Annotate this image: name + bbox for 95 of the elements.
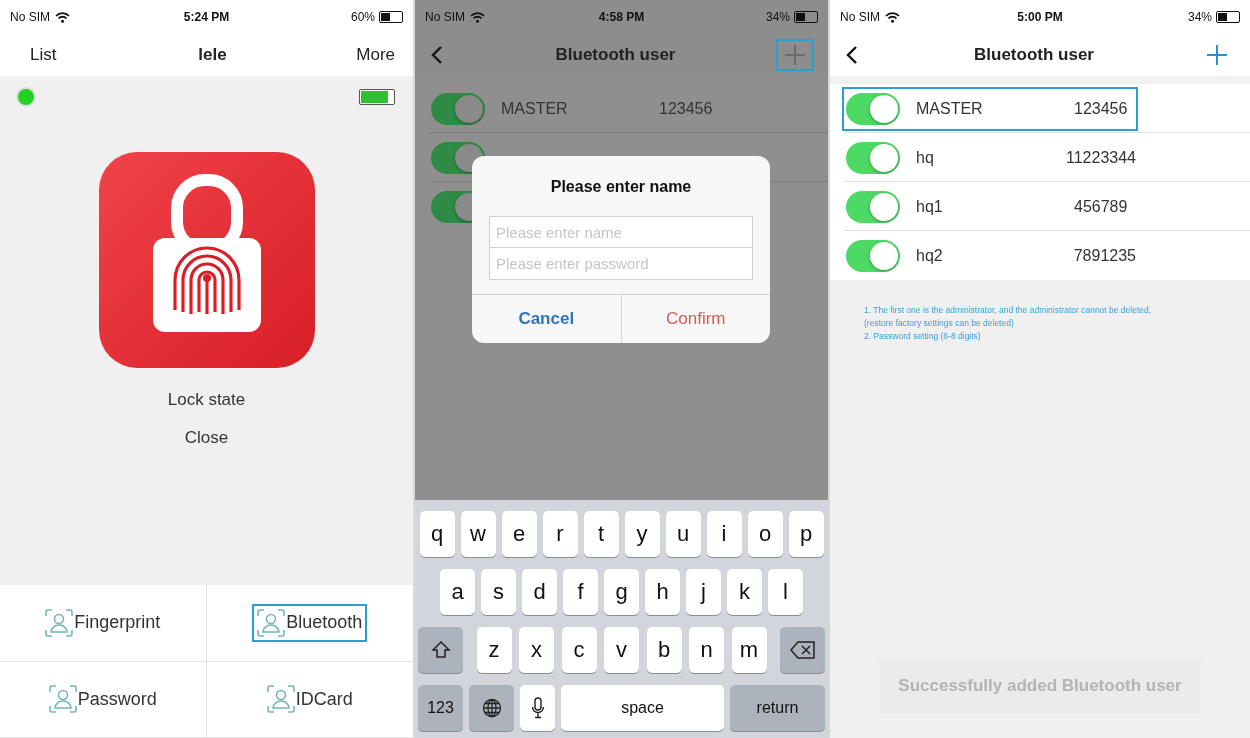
space-key[interactable]: space — [561, 685, 724, 731]
carrier-label: No SIM — [425, 10, 465, 24]
letter-key[interactable]: u — [665, 511, 701, 557]
letter-key[interactable]: i — [706, 511, 742, 557]
letter-key[interactable]: a — [440, 569, 475, 615]
user-name: hq2 — [916, 246, 944, 265]
user-password: 7891235 — [1073, 246, 1136, 265]
dialog-title: Please enter name — [550, 178, 692, 196]
battery-icon — [379, 11, 403, 23]
carrier-label: No SIM — [840, 10, 880, 24]
letter-key[interactable]: k — [727, 569, 762, 615]
toggle-switch[interactable] — [846, 190, 900, 223]
user-password: 123456 — [1074, 99, 1128, 118]
confirm-button[interactable]: Confirm — [620, 295, 770, 343]
user-name: MASTER — [501, 99, 569, 118]
input-field[interactable]: Please enter name — [489, 216, 753, 248]
letter-key[interactable]: x — [519, 627, 554, 673]
wifi-icon — [470, 11, 485, 23]
more-link[interactable]: More — [356, 45, 395, 65]
screen-title: Bluetooth user — [973, 45, 1095, 65]
battery-percent: 34% — [765, 10, 790, 24]
menu-button[interactable]: IDCard — [261, 680, 358, 719]
globe-icon — [481, 698, 502, 718]
lock-state-value: Close — [184, 428, 229, 448]
input-field[interactable]: Please enter password — [489, 248, 753, 280]
shift-icon — [430, 640, 451, 660]
letter-key[interactable]: g — [604, 569, 639, 615]
battery-icon — [794, 11, 818, 23]
letter-key[interactable]: w — [460, 511, 496, 557]
menu-button[interactable]: Fingerprint — [40, 603, 166, 642]
status-time: 4:58 PM — [598, 10, 645, 24]
letter-key[interactable]: r — [542, 511, 578, 557]
status-time: 5:00 PM — [1017, 10, 1063, 24]
menu-button[interactable]: Bluetooth — [252, 603, 368, 642]
status-time: 5:24 PM — [183, 10, 230, 24]
carrier-label: No SIM — [10, 10, 50, 24]
plus-icon — [1206, 44, 1228, 66]
letter-key[interactable]: p — [788, 511, 824, 557]
letter-key[interactable]: c — [561, 627, 597, 673]
microphone-key[interactable] — [520, 685, 555, 731]
user-password: 123456 — [659, 99, 713, 118]
back-icon — [431, 45, 443, 65]
shift-key[interactable] — [418, 627, 463, 673]
user-password: 456789 — [1074, 197, 1128, 216]
letter-key[interactable]: l — [768, 569, 803, 615]
list-link[interactable]: List — [30, 45, 199, 65]
toggle-switch[interactable] — [846, 141, 900, 174]
user-password: 11223344 — [1066, 148, 1136, 167]
toggle-switch[interactable] — [431, 92, 485, 125]
plus-icon — [784, 44, 806, 66]
user-name: MASTER — [916, 99, 984, 118]
microphone-icon — [530, 697, 545, 719]
numbers-key[interactable]: 123 — [418, 685, 463, 731]
lock-state-label: Lock state — [167, 390, 246, 410]
letter-key[interactable]: e — [501, 511, 537, 557]
letter-key[interactable]: m — [731, 627, 767, 673]
toggle-switch[interactable] — [846, 239, 900, 272]
letter-key[interactable]: s — [481, 569, 516, 615]
wifi-icon — [55, 11, 70, 23]
backspace-icon — [789, 641, 816, 659]
letter-key[interactable]: o — [747, 511, 783, 557]
return-key[interactable]: return — [730, 685, 825, 731]
back-icon — [846, 45, 858, 65]
battery-percent: 60% — [350, 10, 375, 24]
letter-key[interactable]: b — [646, 627, 682, 673]
user-name: hq1 — [916, 197, 944, 216]
screen-title: lele — [198, 45, 227, 65]
person-scan-icon — [266, 685, 295, 714]
person-scan-icon — [45, 608, 74, 637]
toggle-switch[interactable] — [846, 92, 900, 125]
delete-key[interactable] — [780, 627, 825, 673]
letter-key[interactable]: d — [522, 569, 557, 615]
letter-key[interactable]: n — [689, 627, 724, 673]
user-name: hq — [916, 148, 935, 167]
battery-icon — [1216, 11, 1240, 23]
battery-icon — [359, 89, 395, 105]
note-text: 2. Password setting (6-8 digits) — [864, 329, 982, 343]
person-scan-icon — [257, 608, 286, 637]
letter-key[interactable]: f — [563, 569, 598, 615]
person-scan-icon — [48, 685, 77, 714]
menu-button[interactable]: Password — [43, 680, 162, 719]
globe-key[interactable] — [469, 685, 514, 731]
battery-percent: 34% — [1187, 10, 1212, 24]
letter-key[interactable]: q — [419, 511, 455, 557]
letter-key[interactable]: y — [624, 511, 660, 557]
letter-key[interactable]: z — [476, 627, 512, 673]
toggle-switch[interactable] — [431, 141, 485, 174]
letter-key[interactable]: j — [686, 569, 721, 615]
cancel-button[interactable]: Cancel — [472, 295, 621, 343]
screen-title: Bluetooth user — [554, 45, 677, 65]
wifi-icon — [885, 11, 900, 23]
note-text: 1. The first one is the administrator, and the administrator cannot be deleted, (restore factory settings can be deleted) — [864, 304, 1153, 330]
letter-key[interactable]: h — [645, 569, 680, 615]
letter-key[interactable]: t — [583, 511, 619, 557]
letter-key[interactable]: v — [604, 627, 639, 673]
